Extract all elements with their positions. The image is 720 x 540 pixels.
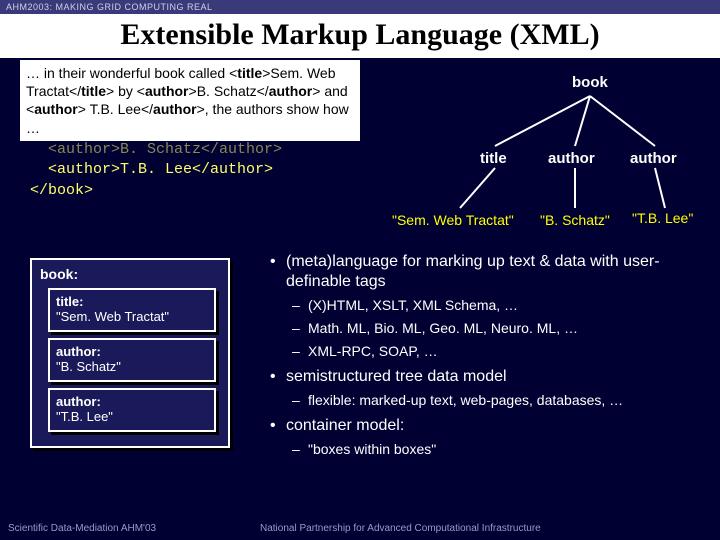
nested-author1-label: author: [56,344,208,359]
slide-title: Extensible Markup Language (XML) [0,14,720,58]
prose-paragraph: … in their wonderful book called <title>… [20,60,360,141]
nested-title-label: title: [56,294,208,309]
footer-right: National Partnership for Advanced Comput… [260,523,541,534]
para-auth1: B. Schatz [197,83,257,99]
bullet-1a: (X)HTML, XSLT, XML Schema, … [268,296,708,315]
code-line2: </book> [30,181,282,201]
tag-title-open: title [237,65,262,81]
para-mid1: by < [114,83,145,99]
tree-root: book [572,74,608,91]
para-auth2: T.B. Lee [86,101,141,117]
tree-diagram: book title author author "Sem. Web Tract… [440,68,700,238]
tree-leaf-title: "Sem. Web Tractat" [392,212,514,228]
bullet-1c: XML-RPC, SOAP, … [268,342,708,361]
tag-author-close1: author [269,83,313,99]
nested-author1-value: "B. Schatz" [56,359,208,374]
header-bar: AHM2003: MAKING GRID COMPUTING REAL [0,0,720,14]
tree-leaf-author2: "T.B. Lee" [632,210,693,226]
nested-box-author1: author: "B. Schatz" [48,338,216,382]
para-pre: … in their wonderful book called < [26,65,237,81]
nested-author2-value: "T.B. Lee" [56,409,208,424]
tree-child-author1: author [548,150,595,167]
nested-author2-label: author: [56,394,208,409]
bullet-list: (meta)language for marking up text & dat… [268,252,708,462]
nested-title-value: "Sem. Web Tractat" [56,309,208,324]
bullet-1: (meta)language for marking up text & dat… [268,252,708,292]
tree-child-author2: author [630,150,677,167]
xml-code: <author>B. Schatz</author> <author>T.B. … [30,140,282,201]
nested-box-title: title: "Sem. Web Tractat" [48,288,216,332]
footer-left: Scientific Data-Mediation AHM'03 [8,523,156,534]
tag-author-open2: author [34,101,78,117]
bullet-2a: flexible: marked-up text, web-pages, dat… [268,391,708,410]
nested-root-label: book: [40,266,220,282]
code-line1: <author>T.B. Lee</author> [30,160,282,180]
tag-author-open1: author [145,83,189,99]
code-partial: <author>B. Schatz</author> [30,140,282,160]
nested-box-author2: author: "T.B. Lee" [48,388,216,432]
tree-child-title: title [480,150,507,167]
bullet-1b: Math. ML, Bio. ML, Geo. ML, Neuro. ML, … [268,319,708,338]
bullet-2: semistructured tree data model [268,367,708,387]
bullet-3: container model: [268,416,708,436]
tag-author-close2: author [153,101,197,117]
title-wrap: Extensible Markup Language (XML) [0,14,720,58]
bullet-3a: "boxes within boxes" [268,440,708,459]
tag-title-close: title [81,83,106,99]
nested-box-root: book: title: "Sem. Web Tractat" author: … [30,258,230,448]
tree-leaf-author1: "B. Schatz" [540,212,610,228]
